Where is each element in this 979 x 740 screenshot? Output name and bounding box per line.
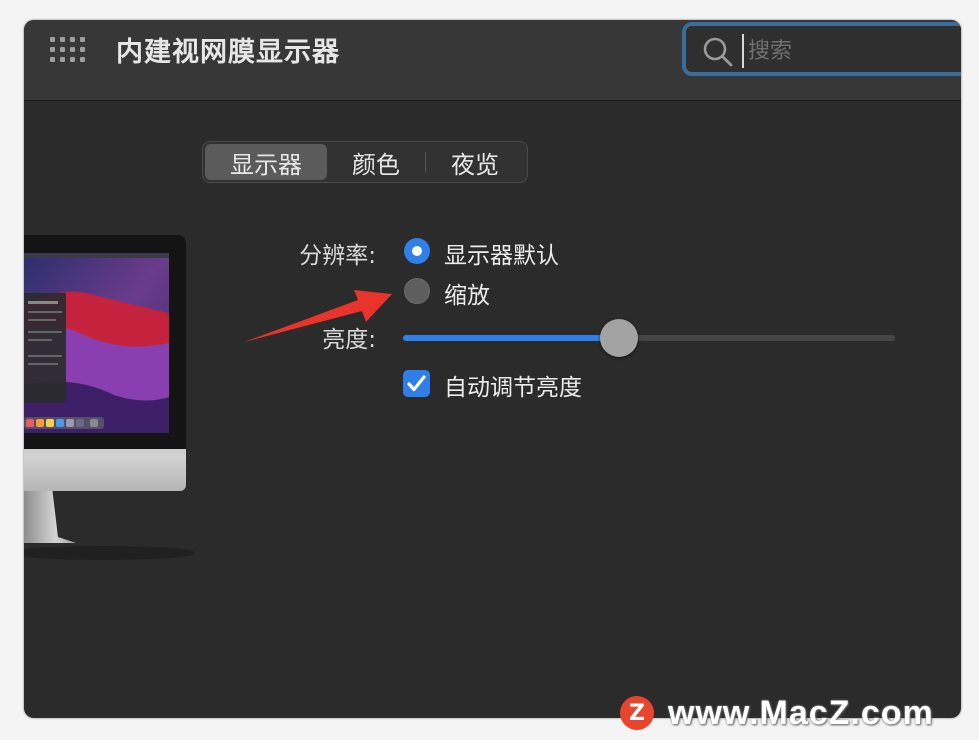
auto-brightness-label: 自动调节亮度 [444, 375, 582, 401]
search-input[interactable] [742, 34, 950, 68]
brightness-slider[interactable] [403, 319, 895, 357]
watermark-logo: Z [620, 696, 654, 730]
radio-scaled[interactable] [404, 278, 430, 304]
watermark: Z www.MacZ.com [620, 692, 934, 734]
option-scaled-label: 缩放 [444, 283, 490, 309]
display-preferences-window: 内建视网膜显示器 显示器 颜色 夜览 [24, 20, 961, 718]
slider-knob[interactable] [600, 319, 639, 357]
search-field[interactable] [682, 22, 961, 76]
radio-default-display[interactable] [404, 238, 430, 264]
tab-display[interactable]: 显示器 [205, 144, 327, 180]
tab-color[interactable]: 颜色 [327, 144, 425, 180]
grid-icon[interactable] [50, 37, 86, 63]
search-icon [703, 37, 733, 67]
resolution-label: 分辨率: [299, 243, 376, 269]
imac-icon [24, 235, 194, 560]
watermark-text: www.MacZ.com [668, 693, 934, 732]
segmented-tabs: 显示器 颜色 夜览 [202, 141, 528, 183]
title-bar: 内建视网膜显示器 [24, 20, 961, 101]
slider-fill [403, 335, 620, 341]
checkmark-icon [407, 375, 426, 392]
window-title: 内建视网膜显示器 [116, 37, 340, 68]
brightness-label: 亮度: [322, 327, 376, 353]
auto-brightness-checkbox[interactable] [403, 370, 430, 397]
option-default-label: 显示器默认 [444, 243, 559, 269]
tab-night-shift[interactable]: 夜览 [426, 144, 524, 180]
